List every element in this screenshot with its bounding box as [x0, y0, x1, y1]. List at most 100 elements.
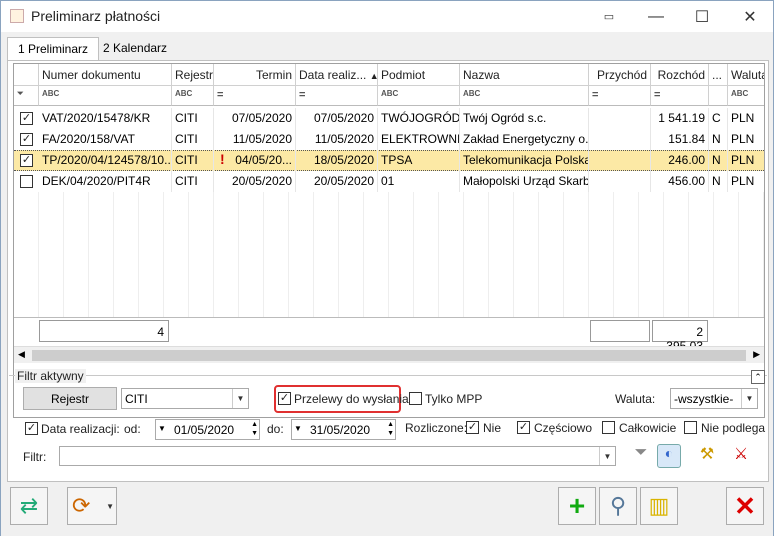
cell-nazwa: Telekomunikacja Polska... [460, 150, 589, 171]
cell-numer: TP/2020/04/124578/10... [39, 150, 172, 171]
window-title: Preliminarz płatności [31, 8, 161, 24]
cell-rozchod: 151.84 [651, 129, 709, 150]
cell-data: 20/05/2020 [296, 171, 378, 192]
cell-nazwa: Twój Ogród s.c. [460, 108, 589, 129]
row-checkbox[interactable]: ✓ [20, 112, 33, 125]
add-icon[interactable]: + [558, 487, 596, 525]
tab-kalendarz[interactable]: 2 Kalendarz [93, 37, 177, 61]
header-data-label: Data realiz... [299, 68, 367, 82]
filter-podmiot[interactable]: ABC [378, 86, 460, 106]
filter-termin[interactable]: = [214, 86, 296, 106]
minimize-button[interactable]: — [633, 1, 679, 32]
header-przychod[interactable]: Przychód [589, 64, 651, 86]
header-nazwa[interactable]: Nazwa [460, 64, 589, 86]
table-row[interactable]: DEK/04/2020/PIT4R CITI 20/05/2020 20/05/… [14, 171, 764, 192]
tylko-mpp-checkbox[interactable] [409, 392, 422, 405]
title-bar: Preliminarz płatności ▭ — ☐ ✕ [1, 1, 773, 32]
clear-filter-icon[interactable]: ⚔ [729, 444, 753, 468]
data-realizacji-label[interactable]: Data realizacji: [41, 422, 120, 436]
waluta-value: -wszystkie- [674, 392, 734, 406]
header-numer[interactable]: Numer dokumentu [39, 64, 172, 86]
magnifier-icon[interactable]: ⚲ [599, 487, 637, 525]
header-data-realizacji[interactable]: Data realiz... ▲ [296, 64, 378, 86]
od-date-field[interactable]: ▼ 01/05/2020 ▲ ▼ [155, 419, 260, 440]
totals-row: 4 2 395.03 [14, 317, 764, 353]
header-rejestr[interactable]: Rejestr [172, 64, 214, 86]
nie-label[interactable]: Nie [483, 421, 501, 435]
cell-termin: ! 04/05/20... [214, 150, 296, 171]
data-realizacji-checkbox[interactable]: ✓ [25, 422, 38, 435]
scroll-right-icon[interactable]: ▶ [753, 349, 760, 360]
przelewy-checkbox[interactable]: ✓ [278, 392, 291, 405]
date-dropdown-icon[interactable]: ▼ [158, 424, 166, 433]
cell-rejestr: CITI [172, 129, 214, 150]
table-row-selected[interactable]: ✓ TP/2020/04/124578/10... CITI ! 04/05/20… [14, 150, 764, 171]
chevron-down-icon: ▼ [106, 502, 114, 511]
header-flag[interactable]: ... [709, 64, 728, 86]
do-date-field[interactable]: ▼ 31/05/2020 ▲ ▼ [291, 419, 396, 440]
table-row[interactable]: ✓ FA/2020/158/VAT CITI 11/05/2020 11/05/… [14, 129, 764, 150]
cell-termin: 20/05/2020 [214, 171, 296, 192]
cell-flag: C [709, 108, 728, 129]
cell-podmiot: 01 [378, 171, 460, 192]
filter-waluta[interactable]: ABC [728, 86, 764, 106]
screen-icon[interactable]: ▭ [586, 1, 632, 32]
tab-preliminarz[interactable]: 1 Preliminarz [7, 37, 100, 62]
przelewy-label[interactable]: Przelewy do wysłania [294, 392, 409, 406]
filter-row-icon[interactable]: ⏷ [14, 86, 39, 106]
header-check [14, 64, 39, 86]
scroll-thumb[interactable] [32, 350, 746, 361]
chevron-down-icon: ▼ [232, 389, 248, 408]
nie-podlega-label[interactable]: Nie podlega [701, 421, 765, 435]
row-checkbox[interactable]: ✓ [20, 133, 33, 146]
czesciowo-label[interactable]: Częściowo [534, 421, 592, 435]
filter-rejestr[interactable]: ABC [172, 86, 214, 106]
maximize-button[interactable]: ☐ [679, 1, 725, 32]
spinner-icon[interactable]: ▲ ▼ [251, 420, 258, 438]
filter-rozchod[interactable]: = [651, 86, 709, 106]
cell-przychod [589, 150, 651, 171]
cell-rozchod: 1 541.19 [651, 108, 709, 129]
chevron-down-icon: ▼ [741, 389, 757, 408]
payment-icon: ⟳ [72, 493, 91, 518]
nie-podlega-checkbox[interactable] [684, 421, 697, 434]
calkowicie-checkbox[interactable] [602, 421, 615, 434]
horizontal-scrollbar[interactable]: ◀ ▶ [14, 346, 764, 363]
sort-up-icon: ▲ [369, 71, 378, 81]
waluta-select[interactable]: -wszystkie- ▼ [670, 388, 758, 409]
row-checkbox[interactable] [20, 175, 33, 188]
cell-numer: FA/2020/158/VAT [39, 129, 172, 150]
czesciowo-checkbox[interactable]: ✓ [517, 421, 530, 434]
filter-data[interactable]: = [296, 86, 378, 106]
tylko-mpp-label[interactable]: Tylko MPP [425, 392, 482, 406]
table-row[interactable]: ✓ VAT/2020/15478/KR CITI 07/05/2020 07/0… [14, 108, 764, 129]
filter-numer[interactable]: ABC [39, 86, 172, 106]
date-dropdown-icon[interactable]: ▼ [294, 424, 302, 433]
rejestr-select[interactable]: CITI ▼ [121, 388, 249, 409]
header-waluta[interactable]: Waluta [728, 64, 764, 86]
header-rozchod[interactable]: Rozchód [651, 64, 709, 86]
filtr-input[interactable]: ▼ [59, 446, 616, 466]
header-podmiot[interactable]: Podmiot [378, 64, 460, 86]
filter-flag[interactable] [709, 86, 728, 106]
moon-filter-icon[interactable]: ◐ [657, 444, 681, 468]
calkowicie-label[interactable]: Całkowicie [619, 421, 676, 435]
filter-tool-icon[interactable]: ⚒ [695, 444, 719, 468]
nie-checkbox[interactable]: ✓ [466, 421, 479, 434]
bottom-toolbar: ⇄ ⟳ ▼ + ⚲ ▥ ✕ [1, 482, 773, 536]
rejestr-button[interactable]: Rejestr [23, 387, 117, 410]
export-icon[interactable]: ⇄ [10, 487, 48, 525]
payment-action-button[interactable]: ⟳ ▼ [67, 487, 117, 525]
cell-podmiot: TWÓJOGRÓD [378, 108, 460, 129]
close-button[interactable]: ✕ [727, 1, 773, 32]
filter-nazwa[interactable]: ABC [460, 86, 589, 106]
collapse-icon[interactable]: ⌃ [751, 370, 765, 384]
spinner-icon[interactable]: ▲ ▼ [387, 420, 394, 438]
funnel-icon[interactable]: ⏷ [629, 444, 653, 468]
header-termin[interactable]: Termin [214, 64, 296, 86]
close-window-icon[interactable]: ✕ [726, 487, 764, 525]
trash-icon[interactable]: ▥ [640, 487, 678, 525]
scroll-left-icon[interactable]: ◀ [18, 349, 25, 360]
filter-przychod[interactable]: = [589, 86, 651, 106]
row-checkbox[interactable]: ✓ [20, 154, 33, 167]
